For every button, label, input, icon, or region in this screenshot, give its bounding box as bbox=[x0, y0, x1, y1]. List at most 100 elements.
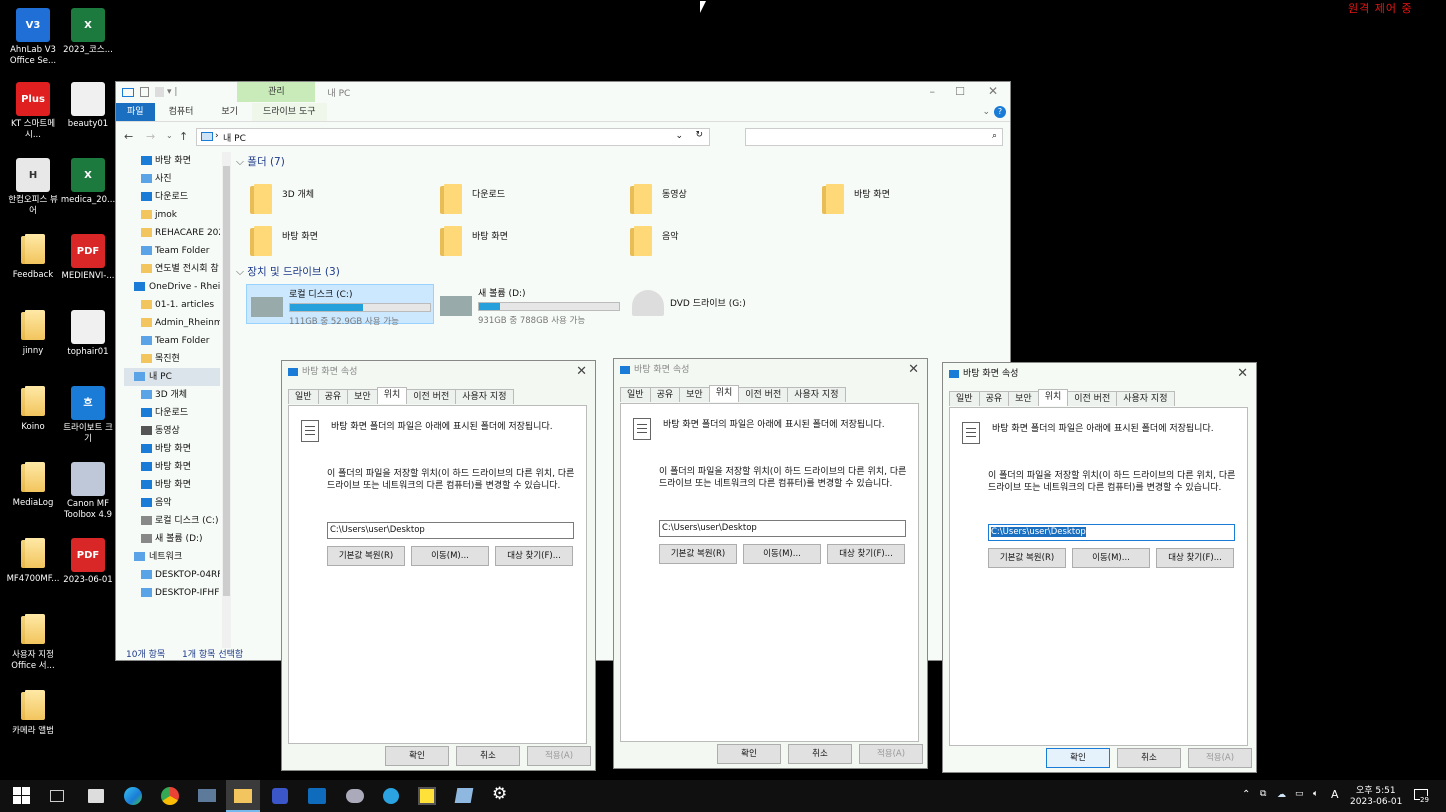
close-button[interactable]: ✕ bbox=[1237, 363, 1248, 385]
tab-2[interactable]: 보안 bbox=[679, 387, 710, 402]
tab-5[interactable]: 사용자 지정 bbox=[787, 387, 846, 402]
desktop-icon[interactable]: Xmedica_20... bbox=[60, 158, 116, 206]
close-button[interactable]: ✕ bbox=[988, 84, 998, 98]
tab-0[interactable]: 일반 bbox=[620, 387, 651, 402]
tab-1[interactable]: 공유 bbox=[649, 387, 681, 402]
find-target-button[interactable]: 대상 찾기(F)... bbox=[1156, 548, 1234, 568]
desktop-icon[interactable]: 사용자 지정 Office 서... bbox=[5, 614, 61, 672]
clock-time[interactable]: 오후 5:51 bbox=[1356, 783, 1396, 796]
up-button[interactable]: ↑ bbox=[179, 130, 188, 143]
clock-date[interactable]: 2023-06-01 bbox=[1350, 797, 1402, 807]
file-explorer-taskbar-icon[interactable] bbox=[226, 780, 260, 812]
telegram-icon[interactable] bbox=[383, 788, 399, 804]
tab-drive-tools[interactable]: 드라이브 도구 bbox=[251, 103, 327, 121]
nav-item[interactable]: 바탕 화면 bbox=[124, 152, 220, 170]
desktop-icon[interactable]: Feedback bbox=[5, 234, 61, 281]
properties-icon[interactable] bbox=[140, 87, 149, 97]
restore-default-button[interactable]: 기본값 복원(R) bbox=[988, 548, 1066, 568]
address-bar[interactable]: › 내 PC ⌄ ↻ bbox=[196, 128, 710, 146]
tab-4[interactable]: 이전 버전 bbox=[406, 389, 457, 404]
nav-item[interactable]: Admin_Rheinme bbox=[124, 314, 220, 332]
settings-gear-icon[interactable]: ⚙ bbox=[492, 784, 514, 804]
tab-3[interactable]: 위치 bbox=[376, 387, 408, 404]
ok-button[interactable]: 확인 bbox=[717, 744, 781, 764]
desktop-icon[interactable]: Canon MF Toolbox 4.9 bbox=[60, 462, 116, 521]
ribbon-expand-icon[interactable]: ⌄ bbox=[982, 107, 990, 117]
find-target-button[interactable]: 대상 찾기(F)... bbox=[495, 546, 573, 566]
tab-3[interactable]: 위치 bbox=[1037, 389, 1069, 406]
find-target-button[interactable]: 대상 찾기(F)... bbox=[827, 544, 905, 564]
nav-item[interactable]: OneDrive - Rhein bbox=[124, 278, 220, 296]
task-view-icon[interactable] bbox=[50, 790, 64, 802]
tab-4[interactable]: 이전 버전 bbox=[1067, 391, 1118, 406]
folder-item[interactable]: 음악 bbox=[628, 224, 798, 264]
drive-item[interactable]: DVD 드라이브 (G:) bbox=[628, 284, 816, 324]
help-icon[interactable]: ? bbox=[994, 106, 1006, 118]
tab-4[interactable]: 이전 버전 bbox=[738, 387, 789, 402]
nav-item[interactable]: Team Folder bbox=[124, 242, 220, 260]
tray-chevron-icon[interactable]: ⌃ bbox=[1242, 789, 1250, 800]
manage-tab[interactable]: 관리 bbox=[237, 82, 316, 102]
path-input[interactable]: C:\Users\user\Desktop bbox=[659, 520, 906, 537]
nav-item[interactable]: 목진현 bbox=[124, 350, 220, 368]
folder-item[interactable]: 바탕 화면 bbox=[248, 224, 418, 264]
desktop-icon[interactable]: PDF MEDIENVI-... bbox=[60, 234, 116, 282]
desktop-icon[interactable]: MF4700MF... bbox=[5, 538, 61, 585]
chrome-icon[interactable] bbox=[161, 787, 179, 805]
back-button[interactable]: ← bbox=[124, 130, 133, 143]
cancel-button[interactable]: 취소 bbox=[1117, 748, 1181, 768]
tab-3[interactable]: 위치 bbox=[708, 385, 740, 402]
drives-section-header[interactable]: ⌵ 장치 및 드라이브 (3) bbox=[236, 262, 340, 282]
restore-default-button[interactable]: 기본값 복원(R) bbox=[659, 544, 737, 564]
kakao-icon[interactable] bbox=[418, 787, 436, 805]
nav-item[interactable]: 로컬 디스크 (C:) bbox=[124, 512, 220, 530]
remote-app-icon[interactable] bbox=[272, 788, 288, 804]
move-button[interactable]: 이동(M)... bbox=[411, 546, 489, 566]
onedrive-icon[interactable]: ☁ bbox=[1277, 790, 1286, 800]
tray-app-icon[interactable]: ⧉ bbox=[1260, 789, 1266, 799]
minimize-button[interactable]: – bbox=[930, 85, 936, 98]
folder-item[interactable]: 다운로드 bbox=[438, 182, 608, 222]
desktop-icon[interactable]: 카메라 앨범 bbox=[5, 690, 61, 737]
search-input[interactable]: ⌕ bbox=[745, 128, 1003, 146]
nav-item[interactable]: 새 볼륨 (D:) bbox=[124, 530, 220, 548]
notes-icon[interactable] bbox=[454, 788, 474, 803]
desktop-icon[interactable]: V3 AhnLab V3 Office Se... bbox=[5, 8, 61, 67]
tab-computer[interactable]: 컴퓨터 bbox=[155, 103, 208, 121]
move-button[interactable]: 이동(M)... bbox=[743, 544, 821, 564]
tab-1[interactable]: 공유 bbox=[978, 391, 1010, 406]
nav-item[interactable]: jmok bbox=[124, 206, 220, 224]
new-folder-icon[interactable] bbox=[155, 87, 164, 97]
close-button[interactable]: ✕ bbox=[576, 361, 587, 383]
tab-file[interactable]: 파일 bbox=[116, 103, 155, 121]
folders-section-header[interactable]: ⌵ 폴더 (7) bbox=[236, 152, 1006, 172]
nav-item[interactable]: 연도별 전시회 참 bbox=[124, 260, 220, 278]
nav-item[interactable]: 내 PC bbox=[124, 368, 220, 386]
nav-item[interactable]: 동영상 bbox=[124, 422, 220, 440]
nav-item[interactable]: 3D 개체 bbox=[124, 386, 220, 404]
apply-button[interactable]: 적용(A) bbox=[527, 746, 591, 766]
forward-button[interactable]: → bbox=[146, 130, 155, 143]
desktop-icon[interactable]: beauty01 bbox=[60, 82, 116, 130]
nav-item[interactable]: Team Folder bbox=[124, 332, 220, 350]
nav-item[interactable]: 바탕 화면 bbox=[124, 476, 220, 494]
folder-item[interactable]: 3D 개체 bbox=[248, 182, 418, 222]
desktop-icon[interactable]: Koino bbox=[5, 386, 61, 433]
nav-item[interactable]: REHACARE 2023 bbox=[124, 224, 220, 242]
maximize-button[interactable]: ☐ bbox=[955, 85, 965, 98]
tab-0[interactable]: 일반 bbox=[288, 389, 319, 404]
paint-icon[interactable] bbox=[346, 789, 364, 803]
nav-item[interactable]: 바탕 화면 bbox=[124, 440, 220, 458]
apply-button[interactable]: 적용(A) bbox=[1188, 748, 1252, 768]
path-input[interactable]: C:\Users\user\Desktop bbox=[988, 524, 1235, 541]
path-input[interactable]: C:\Users\user\Desktop bbox=[327, 522, 574, 539]
address-dropdown-icon[interactable]: ⌄ bbox=[675, 131, 683, 141]
desktop-icon[interactable]: jinny bbox=[5, 310, 61, 357]
nav-item[interactable]: 음악 bbox=[124, 494, 220, 512]
nav-item[interactable]: 01-1. articles bbox=[124, 296, 220, 314]
drive-item[interactable]: 새 볼륨 (D:) 931GB 중 788GB 사용 가능 bbox=[436, 284, 624, 326]
desktop-icon[interactable]: MediaLog bbox=[5, 462, 61, 509]
folder-item[interactable]: 동영상 bbox=[628, 182, 798, 222]
outlook-icon[interactable] bbox=[308, 788, 326, 804]
close-button[interactable]: ✕ bbox=[908, 359, 919, 381]
